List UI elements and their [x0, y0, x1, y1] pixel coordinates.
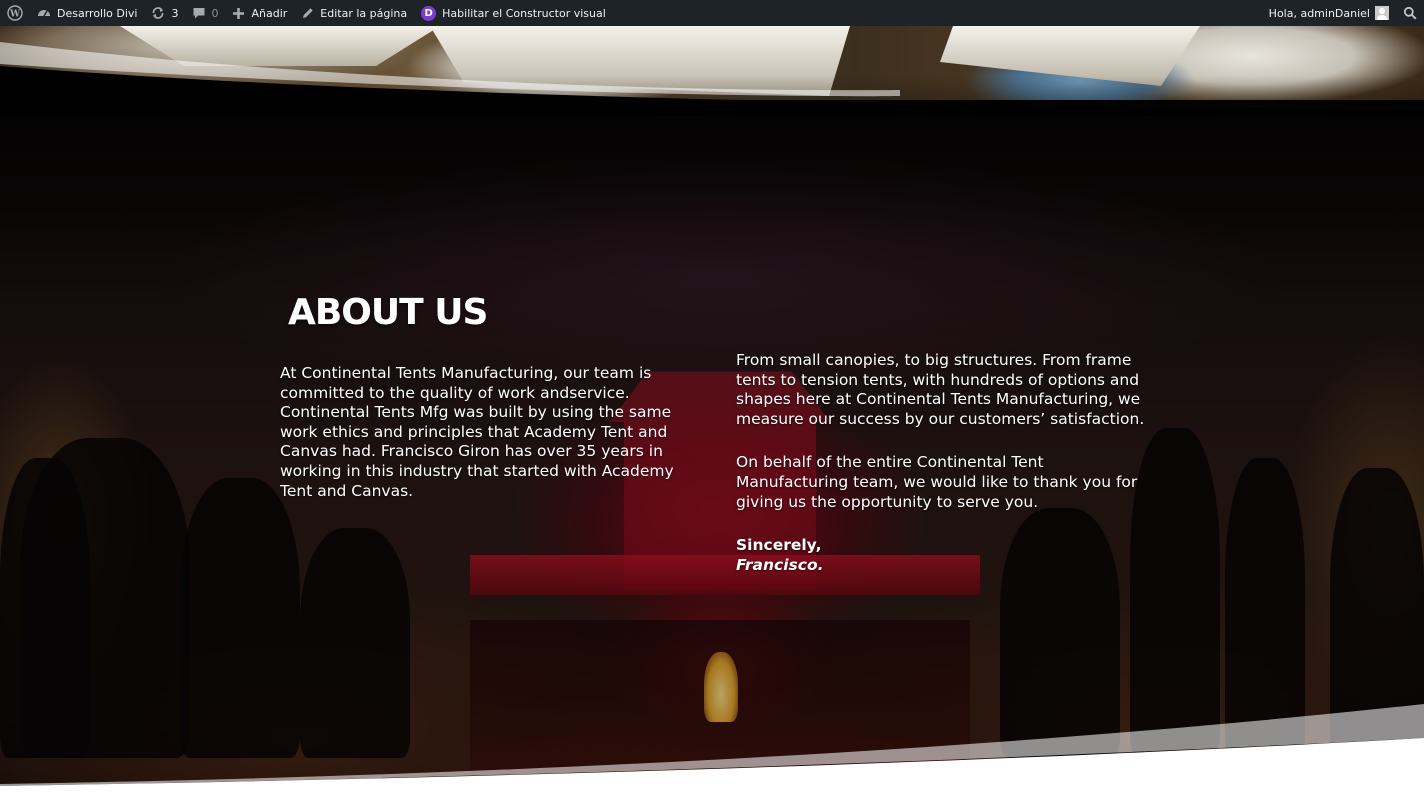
site-name-menu[interactable]: Desarrollo Divi: [30, 0, 144, 26]
site-name-label: Desarrollo Divi: [57, 6, 138, 20]
comments-menu[interactable]: 0: [185, 0, 225, 26]
admin-bar-left: W Desarrollo Divi 3 0 Añadir Editar la p…: [0, 0, 613, 26]
search-icon: [1403, 6, 1417, 20]
about-right-column: From small canopies, to big structures. …: [736, 351, 1156, 575]
comment-icon: [192, 6, 206, 20]
pencil-icon: [301, 7, 314, 20]
dashboard-icon: [37, 6, 51, 20]
updates-count: 3: [171, 6, 179, 20]
about-left-column: At Continental Tents Manufacturing, our …: [280, 364, 700, 501]
wordpress-menu[interactable]: W: [0, 0, 30, 26]
divi-icon: D: [421, 5, 437, 21]
about-right-paragraph-1: From small canopies, to big structures. …: [736, 351, 1145, 428]
bottom-section-divider: [0, 704, 1424, 798]
about-right-paragraph-2: On behalf of the entire Continental Tent…: [736, 453, 1138, 511]
edit-page-link[interactable]: Editar la página: [294, 0, 414, 26]
about-us-heading: ABOUT US: [288, 292, 488, 333]
svg-text:W: W: [9, 10, 21, 20]
admin-search-button[interactable]: [1396, 0, 1424, 26]
plus-icon: [232, 7, 245, 20]
edit-page-label: Editar la página: [320, 6, 408, 20]
admin-bar-right: Hola, adminDaniel: [1262, 0, 1424, 26]
sign-off: Sincerely, Francisco.: [736, 536, 1156, 575]
account-menu[interactable]: Hola, adminDaniel: [1262, 0, 1396, 26]
wordpress-logo-icon: W: [7, 5, 23, 21]
top-section-divider: [0, 42, 1424, 116]
avatar-icon: [1375, 6, 1389, 20]
enable-visual-builder-label: Habilitar el Constructor visual: [442, 6, 606, 20]
about-left-paragraph: At Continental Tents Manufacturing, our …: [280, 364, 674, 500]
comments-count: 0: [211, 6, 219, 20]
signature-name: Francisco.: [736, 555, 824, 574]
account-greeting: Hola, adminDaniel: [1268, 6, 1370, 20]
updates-menu[interactable]: 3: [144, 0, 185, 26]
admin-bar: W Desarrollo Divi 3 0 Añadir Editar la p…: [0, 0, 1424, 26]
sign-off-text: Sincerely,: [736, 536, 822, 555]
new-content-menu[interactable]: Añadir: [225, 0, 294, 26]
refresh-icon: [151, 6, 165, 20]
enable-visual-builder-link[interactable]: D Habilitar el Constructor visual: [414, 0, 613, 26]
new-content-label: Añadir: [251, 6, 288, 20]
